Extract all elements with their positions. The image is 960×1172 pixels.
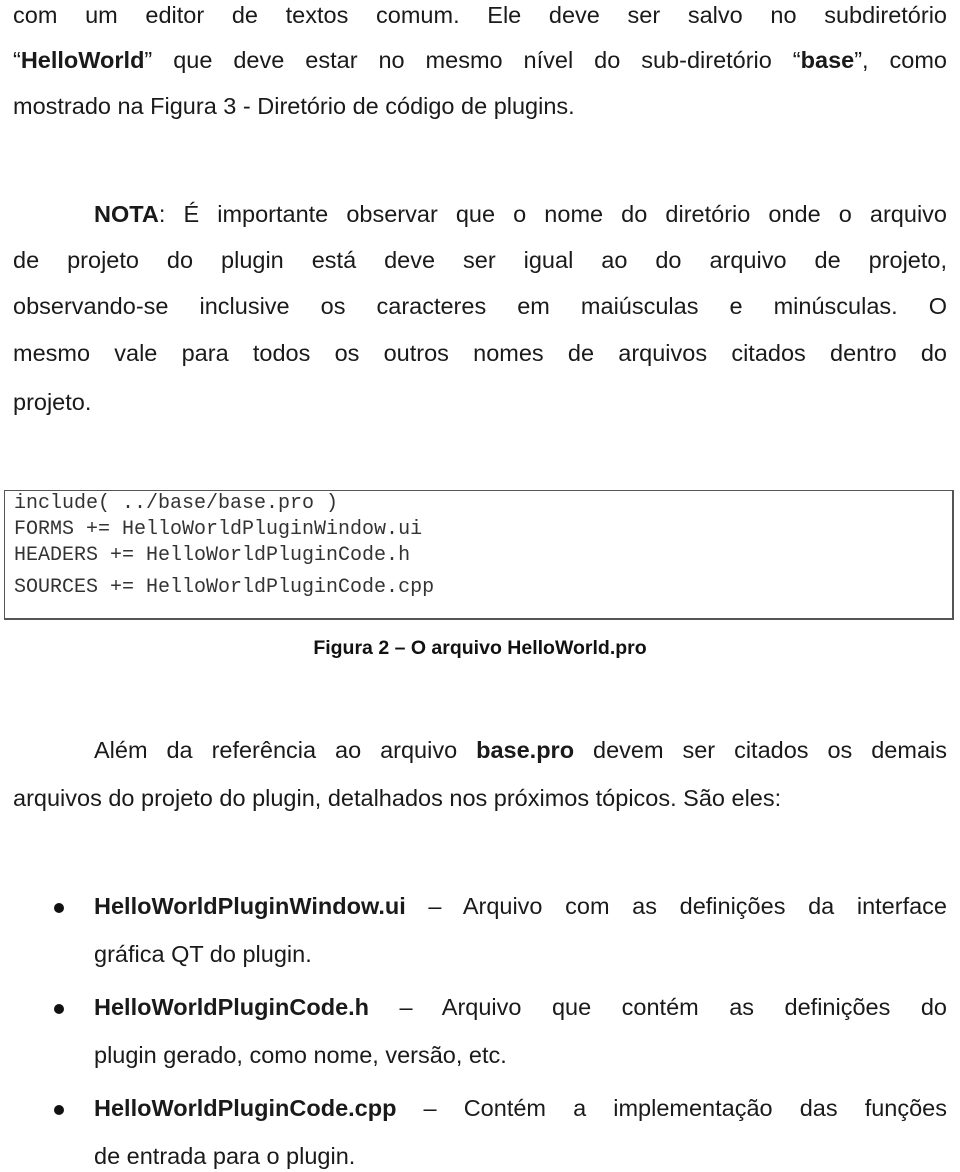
intro-line-1: com um editor de textos comum. Ele deve … [13,2,947,28]
files-line-1-post: devem ser citados os demais [574,737,947,763]
list-item-3-name: HelloWorldPluginCode.cpp [94,1095,397,1121]
note-line-5: projeto. [13,389,92,415]
files-line-1: Além da referência ao arquivo base.pro d… [94,735,947,765]
intro-line-3: mostrado na Figura 3 - Diretório de códi… [13,93,575,119]
intro-line-2-end: ”, como [854,47,947,73]
bullet-icon [54,1004,64,1014]
list-item-1-name: HelloWorldPluginWindow.ui [94,893,406,919]
code-line-headers: HEADERS += HelloWorldPluginCode.h [14,544,411,567]
list-item-2-desc: – Arquivo que contém as definições do [369,994,947,1020]
files-line-2: arquivos do projeto do plugin, detalhado… [13,785,782,811]
dir-name-helloworld: HelloWorld [20,47,145,73]
files-line-1-pre: Além da referência ao arquivo [94,737,477,763]
bullet-icon [54,1105,64,1115]
note-line-3: observando-se inclusive os caracteres em… [13,293,947,319]
list-item-2-name: HelloWorldPluginCode.h [94,994,370,1020]
list-item-1-line-1: HelloWorldPluginWindow.ui – Arquivo com … [94,891,947,921]
list-item-2-line-2: plugin gerado, como nome, versão, etc. [94,1042,507,1068]
note-line-1: NOTA: É importante observar que o nome d… [94,199,947,229]
bullet-icon [54,903,64,913]
list-item-2-line-1: HelloWorldPluginCode.h – Arquivo que con… [94,992,947,1022]
code-listing-box: include( ../base/base.pro ) FORMS += Hel… [4,490,954,620]
list-item-3-line-1: HelloWorldPluginCode.cpp – Contém a impl… [94,1093,947,1123]
intro-line-2-mid: ” que deve estar no mesmo nível do sub-d… [144,47,801,73]
list-item-1-desc: – Arquivo com as definições da interface [405,893,947,919]
note-line-2: de projeto do plugin está deve ser igual… [13,247,947,273]
note-line-1-text: : É importante observar que o nome do di… [158,201,947,227]
intro-line-2: “HelloWorld” que deve estar no mesmo nív… [13,45,947,75]
code-line-sources: SOURCES += HelloWorldPluginCode.cpp [14,576,435,599]
open-quote: “ [13,47,21,73]
code-line-include: include( ../base/base.pro ) [14,492,339,515]
dir-name-base: base [800,47,855,73]
note-label: NOTA [94,201,159,227]
list-item-1-line-2: gráfica QT do plugin. [94,941,312,967]
list-item-3-desc: – Contém a implementação das funções [396,1095,947,1121]
file-name-base-pro: base.pro [476,737,575,763]
code-line-forms: FORMS += HelloWorldPluginWindow.ui [14,518,423,541]
list-item-3-line-2: de entrada para o plugin. [94,1143,356,1169]
note-line-4: mesmo vale para todos os outros nomes de… [13,340,947,366]
figure-caption: Figura 2 – O arquivo HelloWorld.pro [313,637,647,659]
